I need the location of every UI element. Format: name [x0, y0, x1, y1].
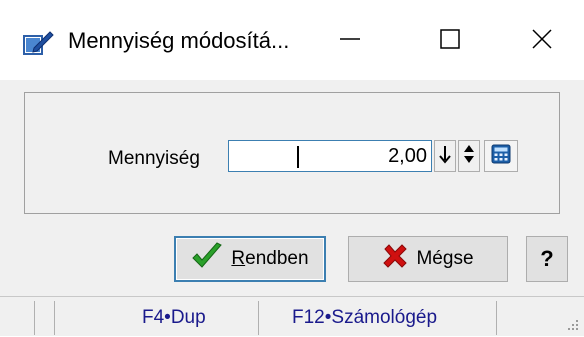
- cancel-button[interactable]: Mégse: [348, 236, 508, 282]
- dialog-window: Mennyiség módosítá... Mennyiség 2,00 Ren…: [0, 0, 584, 336]
- spin-updown-icon: [463, 142, 475, 171]
- ok-button[interactable]: Rendben: [174, 236, 326, 282]
- help-button[interactable]: ?: [526, 236, 568, 282]
- status-bar: F4•Dup F12•Számológép: [0, 296, 584, 336]
- close-button[interactable]: [512, 18, 572, 64]
- statusbar-divider: [496, 301, 497, 335]
- maximize-icon: [439, 28, 461, 55]
- quantity-spin-button[interactable]: [458, 140, 480, 172]
- arrow-down-icon: [439, 144, 451, 169]
- quantity-value: 2,00: [388, 145, 427, 167]
- statusbar-divider: [54, 301, 55, 335]
- red-x-icon: [382, 243, 408, 275]
- checkmark-icon: [191, 242, 223, 276]
- close-icon: [531, 28, 553, 55]
- calculator-button[interactable]: [484, 140, 518, 172]
- calculator-icon: [491, 144, 511, 169]
- statusbar-divider: [258, 301, 259, 335]
- window-title: Mennyiség módosítá...: [68, 28, 290, 53]
- maximize-button[interactable]: [420, 18, 480, 64]
- ok-button-label: Rendben: [231, 248, 309, 269]
- resize-grip-icon[interactable]: [566, 318, 580, 332]
- minimize-icon: [339, 28, 361, 55]
- help-button-label: ?: [540, 246, 554, 271]
- text-cursor: [297, 146, 299, 168]
- quantity-input[interactable]: 2,00: [228, 140, 432, 172]
- pencil-checkbox-icon: [22, 28, 56, 58]
- quantity-label: Mennyiség: [108, 148, 200, 169]
- statusbar-divider: [34, 301, 35, 335]
- title-bar[interactable]: Mennyiség módosítá...: [0, 0, 584, 80]
- minimize-button[interactable]: [320, 18, 380, 64]
- statusbar-calc-hint[interactable]: F12•Számológép: [292, 307, 437, 329]
- cancel-button-label: Mégse: [416, 248, 474, 269]
- statusbar-dup-hint[interactable]: F4•Dup: [142, 307, 206, 329]
- quantity-down-button[interactable]: [434, 140, 456, 172]
